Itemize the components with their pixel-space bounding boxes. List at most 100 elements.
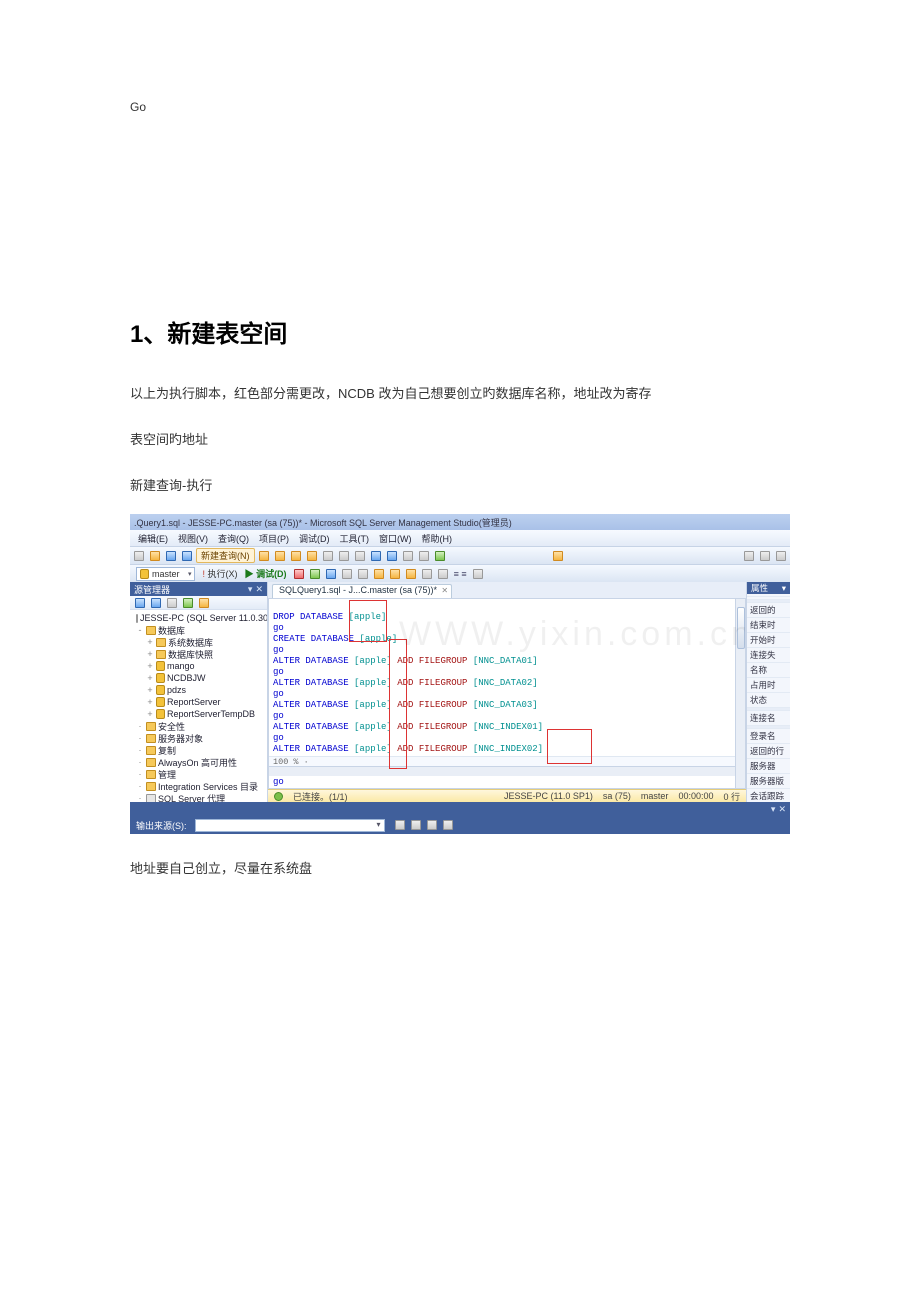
menu-bar[interactable]: 编辑(E) 视图(V) 查询(Q) 项目(P) 调试(D) 工具(T) 窗口(W… (130, 530, 790, 546)
properties-row: 返回的 (747, 603, 790, 618)
expand-icon[interactable]: · (136, 733, 144, 743)
tbq-d-icon[interactable] (372, 567, 386, 581)
tree-item[interactable]: ·AlwaysOn 高可用性 (132, 756, 267, 768)
indent-icons[interactable]: ≡ ≡ (452, 569, 469, 579)
tree-item[interactable]: +NCDBJW (132, 672, 267, 684)
paragraph-3: 新建查询-执行 (130, 469, 790, 503)
parse-icon[interactable] (308, 567, 322, 581)
expand-icon[interactable]: · (136, 781, 144, 791)
tree-item[interactable]: +系统数据库 (132, 636, 267, 648)
expand-icon[interactable]: + (146, 661, 154, 671)
expand-icon[interactable]: + (146, 709, 154, 719)
tree-item[interactable]: +ReportServerTempDB (132, 708, 267, 720)
tree-item[interactable]: +mango (132, 660, 267, 672)
expand-icon[interactable]: + (146, 637, 154, 647)
expand-icon[interactable]: - (136, 625, 144, 635)
expand-icon[interactable]: + (146, 685, 154, 695)
tab-sqlquery1[interactable]: SQLQuery1.sql - J...C.master (sa (75))* … (272, 584, 452, 598)
new-project-icon[interactable] (132, 549, 146, 563)
pin-icon[interactable]: ▾ (248, 584, 253, 595)
expand-icon[interactable]: + (146, 649, 154, 659)
tb-j-icon[interactable] (774, 549, 788, 563)
out-b-icon[interactable] (409, 818, 423, 832)
close-panel-icon[interactable]: ✕ (255, 584, 263, 595)
menu-edit[interactable]: 编辑(E) (134, 532, 172, 545)
tree-item[interactable]: -数据库 (132, 624, 267, 636)
tbq-a-icon[interactable] (324, 567, 338, 581)
execute-button[interactable]: ! 执行(X) (201, 567, 240, 580)
save-all-icon[interactable] (180, 549, 194, 563)
editor-vscrollbar[interactable] (735, 599, 745, 788)
play-icon[interactable] (433, 549, 447, 563)
tree-item[interactable]: ·安全性 (132, 720, 267, 732)
tbq-b-icon[interactable] (340, 567, 354, 581)
copy-icon[interactable] (337, 549, 351, 563)
pin2-icon[interactable]: ▾ (771, 804, 776, 815)
menu-tools[interactable]: 工具(T) (336, 532, 374, 545)
paste-icon[interactable] (353, 549, 367, 563)
new-query-button[interactable]: 新建查询(N) (196, 548, 255, 563)
tb-i-icon[interactable] (758, 549, 772, 563)
disconnect-icon[interactable] (149, 596, 163, 610)
close2-icon[interactable]: ✕ (778, 804, 786, 815)
tb-c-icon[interactable] (289, 549, 303, 563)
menu-help[interactable]: 帮助(H) (418, 532, 457, 545)
out-a-icon[interactable] (393, 818, 407, 832)
editor-hscrollbar[interactable] (269, 766, 735, 776)
expand-icon[interactable]: · (136, 769, 144, 779)
tree-server[interactable]: JESSE-PC (SQL Server 11.0.3000 - sa) (140, 613, 267, 623)
tb-a-icon[interactable] (257, 549, 271, 563)
expand-icon[interactable]: + (146, 673, 154, 683)
tree-item[interactable]: ·服务器对象 (132, 732, 267, 744)
stop-icon[interactable] (292, 567, 306, 581)
tree-item[interactable]: +数据库快照 (132, 648, 267, 660)
undo-icon[interactable] (369, 549, 383, 563)
expand-icon[interactable]: + (146, 697, 154, 707)
tb-b-icon[interactable] (273, 549, 287, 563)
tb-e-icon[interactable] (401, 549, 415, 563)
tb-h-icon[interactable] (742, 549, 756, 563)
object-tree[interactable]: JESSE-PC (SQL Server 11.0.3000 - sa) -数据… (130, 610, 267, 802)
tb-d-icon[interactable] (305, 549, 319, 563)
tbq-c-icon[interactable] (356, 567, 370, 581)
menu-project[interactable]: 项目(P) (255, 532, 293, 545)
menu-window[interactable]: 窗口(W) (375, 532, 416, 545)
tbq-h-icon[interactable] (436, 567, 450, 581)
tree-item[interactable]: ·SQL Server 代理 (132, 792, 267, 802)
connect-icon[interactable] (133, 596, 147, 610)
output-source-combo[interactable] (195, 819, 385, 832)
database-combo[interactable]: master (136, 567, 195, 581)
expand-icon[interactable]: · (136, 745, 144, 755)
tree-item[interactable]: ·复制 (132, 744, 267, 756)
debug-button[interactable]: ▶ 调试(D) (242, 567, 290, 580)
tree-item[interactable]: ·管理 (132, 768, 267, 780)
out-c-icon[interactable] (425, 818, 439, 832)
tbq-e-icon[interactable] (388, 567, 402, 581)
menu-query[interactable]: 查询(Q) (214, 532, 253, 545)
tab-close-icon[interactable]: ✕ (441, 586, 448, 595)
tb-g-icon[interactable] (551, 549, 565, 563)
filter-icon[interactable] (165, 596, 179, 610)
properties-row: 服务器 (747, 759, 790, 774)
expand-icon[interactable]: · (136, 757, 144, 767)
expand-icon[interactable]: · (136, 721, 144, 731)
properties-pin-icon[interactable]: ▾ (782, 583, 786, 594)
sql-editor[interactable]: DROP DATABASE [apple] go CREATE DATABASE… (268, 598, 746, 789)
out-clear-icon[interactable] (441, 818, 455, 832)
redo-icon[interactable] (385, 549, 399, 563)
tree-item[interactable]: ·Integration Services 目录 (132, 780, 267, 792)
open-icon[interactable] (148, 549, 162, 563)
tbq-g-icon[interactable] (420, 567, 434, 581)
tbq-f-icon[interactable] (404, 567, 418, 581)
tree-item[interactable]: +ReportServer (132, 696, 267, 708)
tb-f-icon[interactable] (417, 549, 431, 563)
oe-a-icon[interactable] (197, 596, 211, 610)
cut-icon[interactable] (321, 549, 335, 563)
menu-debug[interactable]: 调试(D) (295, 532, 334, 545)
tree-item[interactable]: +pdzs (132, 684, 267, 696)
tbq-i-icon[interactable] (471, 567, 485, 581)
save-icon[interactable] (164, 549, 178, 563)
menu-view[interactable]: 视图(V) (174, 532, 212, 545)
expand-icon[interactable]: · (136, 793, 144, 802)
refresh-icon[interactable] (181, 596, 195, 610)
